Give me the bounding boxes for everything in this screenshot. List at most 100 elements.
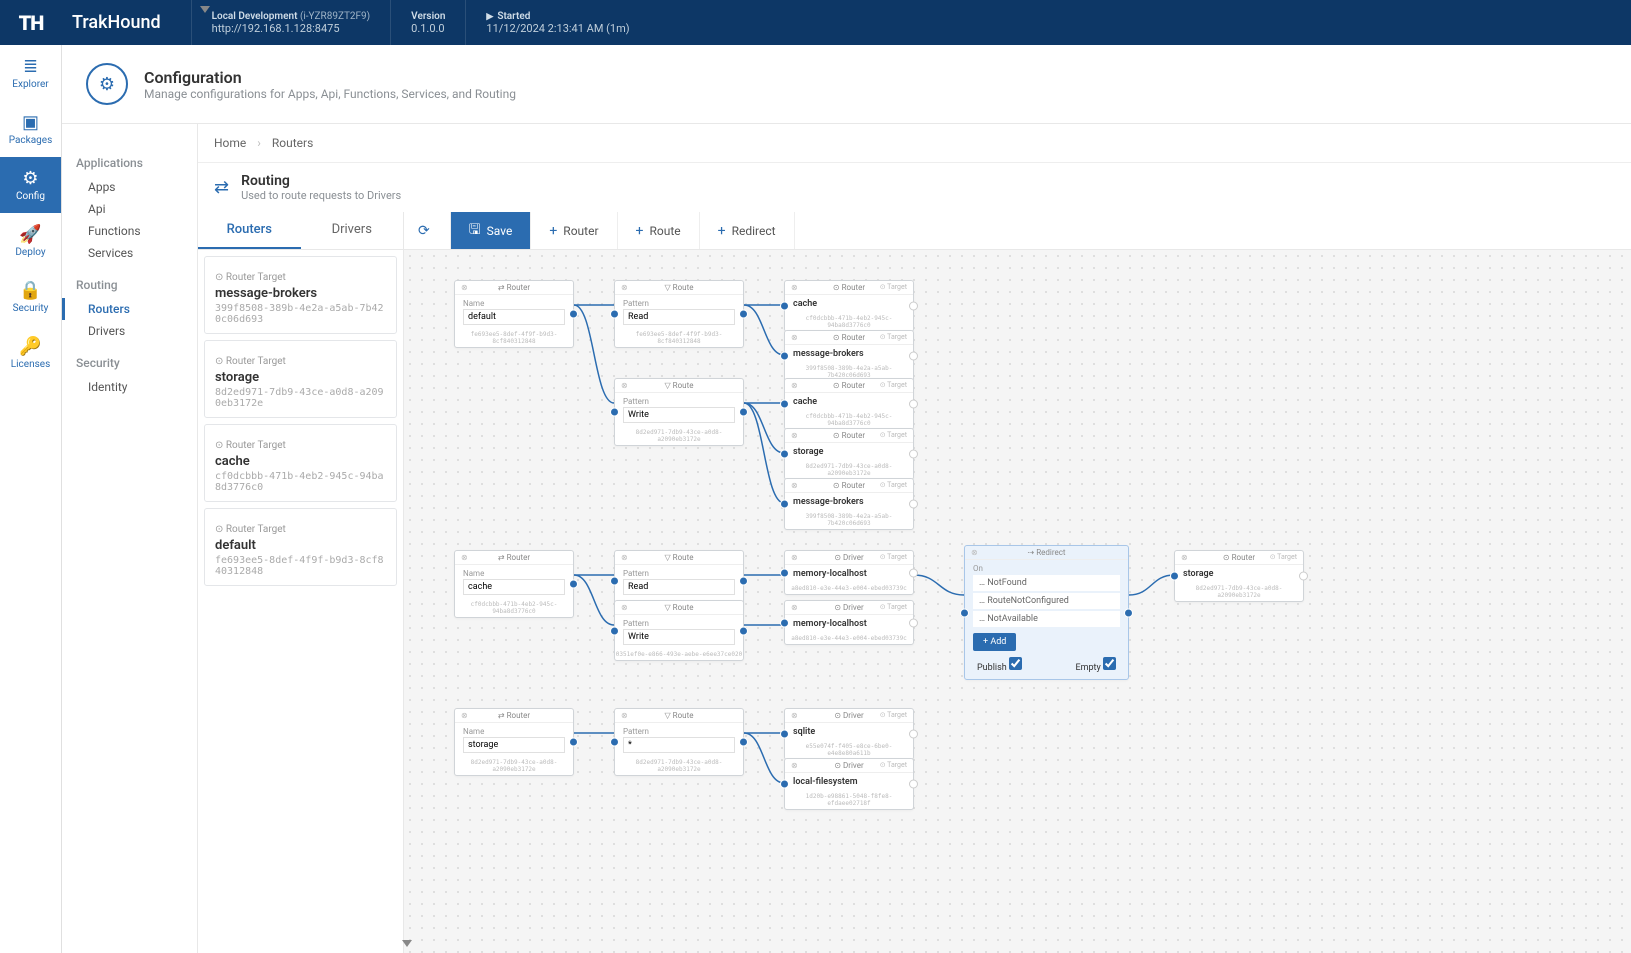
redirect-item[interactable]: … NotAvailable [973,611,1120,627]
breadcrumb-item[interactable]: Home [214,136,246,150]
close-icon[interactable]: ⊗ [791,761,798,770]
conf-item-drivers[interactable]: Drivers [76,320,189,342]
close-icon[interactable]: ⊗ [1181,553,1188,562]
add-redirect-button[interactable]: +Redirect [700,212,795,249]
close-icon[interactable]: ⊗ [971,548,978,557]
routing-icon: ⇄ [214,177,229,198]
target-node[interactable]: ⊗⊙ Router⊙ Targetmessage-brokers399f8508… [784,478,914,530]
save-button[interactable]: 🖫Save [451,212,532,249]
page-title: Configuration [144,68,516,87]
iconbar-item-deploy[interactable]: 🚀Deploy [0,213,61,269]
close-icon[interactable]: ⊗ [621,711,628,720]
tabs: RoutersDrivers [198,212,403,250]
add-router-button[interactable]: +Router [531,212,617,249]
add-route-button[interactable]: +Route [618,212,700,249]
router-node[interactable]: ⊗⇄ RouterNamefe693ee5-8def-4f9f-b9d3-8cf… [454,280,574,348]
conf-item-functions[interactable]: Functions [76,220,189,242]
nav-icon: 🚀 [19,224,41,245]
conf-group: Routing [76,278,189,292]
nav-icon: ≣ [23,56,38,77]
route-node[interactable]: ⊗▽ RoutePattern8d2ed971-7db9-43ce-a0d8-a… [614,708,744,776]
conf-item-api[interactable]: Api [76,198,189,220]
route-node[interactable]: ⊗▽ RoutePattern0351ef0e-e866-493e-aebe-e… [614,600,744,661]
conf-item-routers[interactable]: Routers [62,298,189,320]
redirect-node[interactable]: ⊗⇢ RedirectOn… NotFound… RouteNotConfigu… [964,545,1129,680]
empty-checkbox[interactable] [1103,657,1116,670]
close-icon[interactable]: ⊗ [791,603,798,612]
router-list: ⊙ Router Targetmessage-brokers399f8508-3… [198,250,403,598]
close-icon[interactable]: ⊗ [621,283,628,292]
target-node[interactable]: ⊗⊙ Router⊙ Targetcachecf0dcbbb-471b-4eb2… [784,280,914,332]
route-pattern-input[interactable] [623,407,735,423]
refresh-button[interactable]: ⟳ [404,212,451,249]
route-pattern-input[interactable] [623,309,735,325]
redirect-item[interactable]: … RouteNotConfigured [973,593,1120,609]
chevron-right-icon: › [257,136,261,150]
target-node[interactable]: ⊗⊙ Router⊙ Targetcachecf0dcbbb-471b-4eb2… [784,378,914,430]
conf-item-services[interactable]: Services [76,242,189,264]
header-version: Version 0.1.0.0 [390,0,465,45]
close-icon[interactable]: ⊗ [621,553,628,562]
target-node[interactable]: ⊗⊙ Driver⊙ Targetmemory-localhosta8ed810… [784,550,914,595]
breadcrumb-item[interactable]: Routers [272,136,313,150]
close-icon[interactable]: ⊗ [791,481,798,490]
close-icon[interactable]: ⊗ [791,381,798,390]
target-node[interactable]: ⊗⊙ Driver⊙ Targetlocal-filesystem1d20b-e… [784,758,914,810]
toolbar: ⟳ 🖫Save +Router +Route +Redirect [404,212,1631,250]
close-icon[interactable]: ⊗ [461,711,468,720]
tab-routers[interactable]: Routers [198,212,301,249]
router-card[interactable]: ⊙ Router Targetcachecf0dcbbb-471b-4eb2-9… [204,424,397,502]
target-node[interactable]: ⊗⊙ Router⊙ Targetstorage8d2ed971-7db9-43… [784,428,914,480]
route-pattern-input[interactable] [623,629,735,645]
close-icon[interactable]: ⊗ [791,553,798,562]
nav-icon: 🔒 [19,280,41,301]
close-icon[interactable]: ⊗ [461,553,468,562]
iconbar-item-security[interactable]: 🔒Security [0,269,61,325]
close-icon[interactable]: ⊗ [791,711,798,720]
add-button[interactable]: + Add [973,633,1016,651]
publish-checkbox[interactable] [1009,657,1022,670]
router-card[interactable]: ⊙ Router Targetmessage-brokers399f8508-3… [204,256,397,334]
canvas[interactable]: ⊗⇄ RouterNamefe693ee5-8def-4f9f-b9d3-8cf… [404,250,1631,953]
redirect-item[interactable]: … NotFound [973,575,1120,591]
close-icon[interactable]: ⊗ [791,431,798,440]
close-icon[interactable]: ⊗ [791,283,798,292]
router-node[interactable]: ⊗⇄ RouterName8d2ed971-7db9-43ce-a0d8-a20… [454,708,574,776]
router-name-input[interactable] [463,737,565,753]
close-icon[interactable]: ⊗ [621,381,628,390]
iconbar-item-licenses[interactable]: 🔑Licenses [0,325,61,381]
route-node[interactable]: ⊗▽ RoutePatternfe693ee5-8def-4f9f-b9d3-8… [614,280,744,348]
nav-icon: ▣ [22,112,39,133]
target-node[interactable]: ⊗⊙ Driver⊙ Targetmemory-localhosta8ed810… [784,600,914,645]
plus-icon: + [549,223,557,239]
collapse-icon[interactable] [402,940,412,947]
tab-drivers[interactable]: Drivers [301,212,404,249]
conf-item-identity[interactable]: Identity [76,376,189,398]
route-node[interactable]: ⊗▽ RoutePattern8d2ed971-7db9-43ce-a0d8-a… [614,378,744,446]
play-icon: ▶ [486,12,493,22]
nav-icon: ⚙ [22,168,38,189]
iconbar-item-config[interactable]: ⚙Config [0,157,61,213]
conf-item-apps[interactable]: Apps [76,176,189,198]
iconbar: ≣Explorer▣Packages⚙Config🚀Deploy🔒Securit… [0,45,62,953]
target-node[interactable]: ⊗⊙ Router⊙ Targetstorage8d2ed971-7db9-43… [1174,550,1304,602]
refresh-icon: ⟳ [418,223,430,239]
breadcrumb: Home › Routers [198,124,1631,163]
route-pattern-input[interactable] [623,579,735,595]
close-icon[interactable]: ⊗ [621,603,628,612]
target-node[interactable]: ⊗⊙ Driver⊙ Targetsqlitee55e074f-f405-e8c… [784,708,914,760]
close-icon[interactable]: ⊗ [791,333,798,342]
target-node[interactable]: ⊗⊙ Router⊙ Targetmessage-brokers399f8508… [784,330,914,382]
route-pattern-input[interactable] [623,737,735,753]
iconbar-item-packages[interactable]: ▣Packages [0,101,61,157]
router-node[interactable]: ⊗⇄ RouterNamecf0dcbbb-471b-4eb2-945c-94b… [454,550,574,618]
routing-head: ⇄ Routing Used to route requests to Driv… [198,163,1631,212]
router-card[interactable]: ⊙ Router Targetdefaultfe693ee5-8def-4f9f… [204,508,397,586]
close-icon[interactable]: ⊗ [461,283,468,292]
brand-name: TrakHound [62,12,191,33]
router-name-input[interactable] [463,309,565,325]
iconbar-item-explorer[interactable]: ≣Explorer [0,45,61,101]
router-name-input[interactable] [463,579,565,595]
router-card[interactable]: ⊙ Router Targetstorage8d2ed971-7db9-43ce… [204,340,397,418]
header-started: ▶Started 11/12/2024 2:13:41 AM (1m) [465,0,649,45]
